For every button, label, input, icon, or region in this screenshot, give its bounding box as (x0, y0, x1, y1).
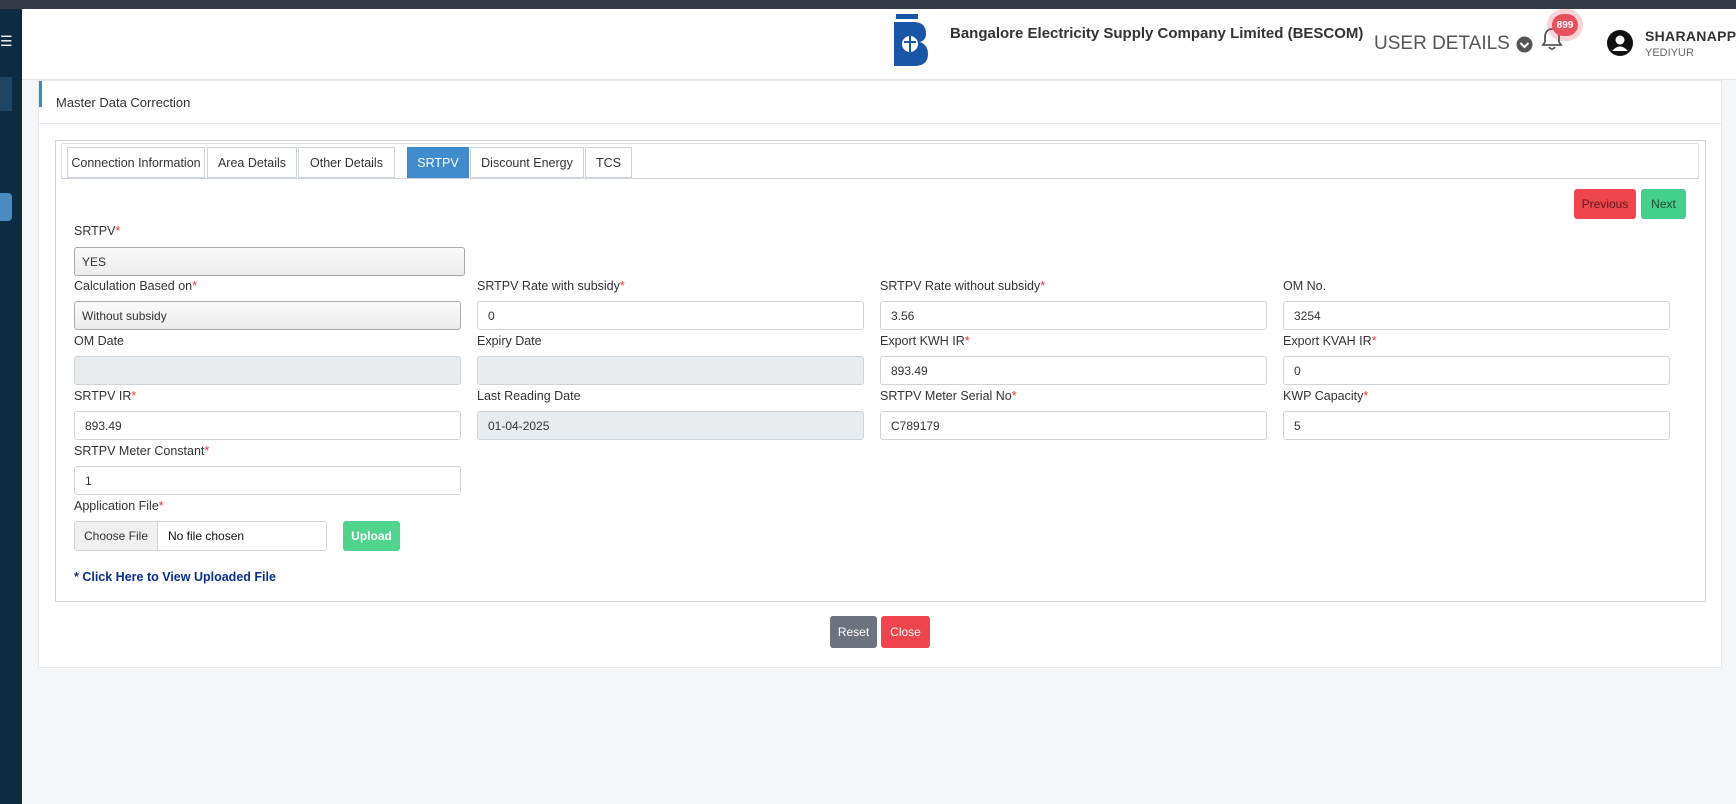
last-reading-date-label: Last Reading Date (477, 389, 581, 403)
om-date-label: OM Date (74, 334, 125, 348)
srtpv-ir-label: SRTPV IR* (74, 389, 137, 403)
rate-without-subsidy-input[interactable]: 3.56 (880, 301, 1267, 330)
rate-with-subsidy-input[interactable]: 0 (477, 301, 864, 330)
sidebar: ☰ (0, 9, 22, 804)
export-kvah-input[interactable]: 0 (1283, 356, 1670, 385)
notification-badge: 899 (1552, 14, 1578, 36)
om-no-label: OM No. (1283, 279, 1327, 293)
rate-without-subsidy-label: SRTPV Rate without subsidy* (880, 279, 1046, 293)
close-button[interactable]: Close (881, 616, 930, 648)
user-avatar-icon[interactable] (1606, 29, 1634, 57)
chevron-down-circle-icon (1516, 36, 1533, 52)
rate-with-subsidy-label: SRTPV Rate with subsidy* (477, 279, 625, 293)
page-title: Master Data Correction (56, 95, 191, 110)
view-uploaded-file-link[interactable]: * Click Here to View Uploaded File (74, 570, 276, 584)
title-accent-bar (39, 81, 42, 107)
user-details-label: USER DETAILS (1374, 33, 1510, 54)
meter-serial-label: SRTPV Meter Serial No* (880, 389, 1017, 403)
sidebar-item[interactable] (0, 77, 12, 111)
card-header: Master Data Correction (39, 81, 1721, 124)
top-header: Bangalore Electricity Supply Company Lim… (22, 9, 1736, 80)
tab-bar: Connection Information Area Details Othe… (61, 143, 1699, 179)
user-details-dropdown[interactable]: USER DETAILS (1374, 33, 1533, 55)
application-file-input[interactable]: Choose File No file chosen (74, 521, 327, 551)
meter-serial-input[interactable]: C789179 (880, 411, 1267, 440)
user-name: SHARANAPPA (1645, 28, 1736, 44)
tab-connection-information[interactable]: Connection Information (67, 147, 205, 178)
tab-tcs[interactable]: TCS (585, 147, 632, 178)
last-reading-date-input[interactable]: 01-04-2025 (477, 411, 864, 440)
kwp-capacity-input[interactable]: 5 (1283, 411, 1670, 440)
meter-constant-input[interactable]: 1 (74, 466, 461, 495)
tab-srtpv[interactable]: SRTPV (407, 147, 469, 178)
company-name: Bangalore Electricity Supply Company Lim… (950, 25, 1364, 42)
calc-based-select[interactable]: Without subsidy (74, 301, 461, 330)
choose-file-button[interactable]: Choose File (75, 522, 158, 550)
tab-area-details[interactable]: Area Details (207, 147, 297, 178)
expiry-date-label: Expiry Date (477, 334, 542, 348)
application-file-label: Application File* (74, 499, 164, 513)
tab-other-details[interactable]: Other Details (298, 147, 395, 178)
om-date-input[interactable] (74, 356, 461, 385)
file-status: No file chosen (168, 529, 245, 543)
kwp-capacity-label: KWP Capacity* (1283, 389, 1369, 403)
expiry-date-input[interactable] (477, 356, 864, 385)
srtpv-ir-input[interactable]: 893.49 (74, 411, 461, 440)
meter-constant-label: SRTPV Meter Constant* (74, 444, 210, 458)
export-kwh-input[interactable]: 893.49 (880, 356, 1267, 385)
previous-button[interactable]: Previous (1574, 189, 1636, 219)
srtpv-label: SRTPV* (74, 224, 121, 238)
export-kwh-label: Export KWH IR* (880, 334, 970, 348)
bescom-logo (894, 14, 928, 66)
next-button[interactable]: Next (1641, 189, 1686, 219)
user-location: YEDIYUR (1645, 47, 1694, 59)
export-kvah-label: Export KVAH IR* (1283, 334, 1377, 348)
calc-based-label: Calculation Based on* (74, 279, 198, 293)
upload-button[interactable]: Upload (343, 521, 400, 551)
menu-icon[interactable]: ☰ (0, 33, 13, 50)
reset-button[interactable]: Reset (830, 616, 877, 648)
browser-top-strip (0, 0, 1736, 9)
tab-discount-energy[interactable]: Discount Energy (470, 147, 584, 178)
srtpv-select[interactable]: YES (74, 247, 465, 276)
sidebar-item-active[interactable] (0, 193, 12, 221)
om-no-input[interactable]: 3254 (1283, 301, 1670, 330)
